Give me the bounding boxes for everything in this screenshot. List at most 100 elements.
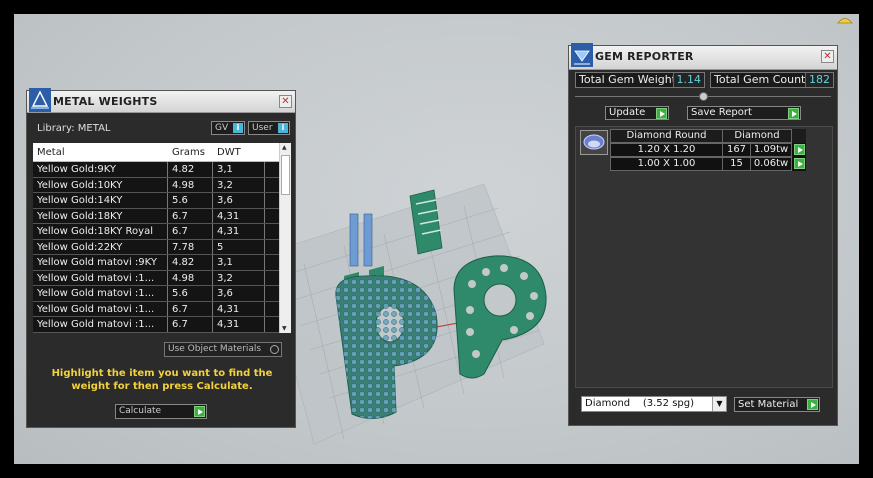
cell-metal: Yellow Gold matovi :1... — [33, 270, 168, 285]
play-icon — [794, 144, 805, 155]
metal-table[interactable]: Metal Grams DWT Yellow Gold:9KY 4.82 3,1 Ye… — [33, 143, 291, 333]
cell-dwt: 4,31 — [213, 224, 265, 239]
close-icon[interactable]: ✕ — [279, 95, 292, 108]
cell-grams: 6.7 — [168, 208, 213, 223]
calculate-button[interactable]: Calculate — [115, 404, 207, 419]
metal-weights-titlebar[interactable]: METAL WEIGHTS ✕ — [27, 88, 295, 113]
material-select-value: Diamond (3.52 spg) — [585, 398, 695, 409]
total-gem-weight: Total Gem Weight 1.14 — [575, 72, 705, 88]
metal-weights-panel: METAL WEIGHTS ✕ Library: METAL GV i User… — [26, 88, 296, 428]
cell-grams: 4.98 — [168, 270, 213, 285]
select-gem-button[interactable] — [792, 157, 806, 171]
user-toggle[interactable]: User i — [248, 121, 290, 135]
radio-icon — [270, 345, 279, 354]
round-diamond-icon — [583, 134, 605, 150]
metal-weights-icon — [29, 88, 51, 112]
select-gem-button[interactable] — [792, 143, 806, 157]
table-row[interactable]: Yellow Gold matovi :1... 4.98 3,2 — [33, 270, 291, 286]
table-row[interactable]: Yellow Gold matovi :9KY 4.82 3,1 — [33, 255, 291, 271]
table-row[interactable]: Yellow Gold:22KY 7.78 5 — [33, 239, 291, 255]
use-object-label: Use Object Materials — [168, 344, 262, 354]
gem-weight: 0.06tw — [750, 157, 792, 171]
cell-metal: Yellow Gold:9KY — [33, 162, 168, 177]
table-row[interactable]: Yellow Gold matovi :1... 5.6 3,6 — [33, 286, 291, 302]
gv-toggle-label: GV — [215, 123, 229, 133]
cell-grams: 4.82 — [168, 162, 213, 177]
close-icon[interactable]: ✕ — [821, 50, 834, 63]
col-grams[interactable]: Grams — [168, 143, 213, 161]
cell-dwt: 3,2 — [213, 270, 265, 285]
gem-table: Diamond Round Diamond 1.20 X 1.20 167 1.… — [610, 129, 806, 171]
table-row[interactable]: Yellow Gold:14KY 5.6 3,6 — [33, 193, 291, 209]
table-row[interactable]: Yellow Gold:18KY 6.7 4,31 — [33, 208, 291, 224]
gem-table-row[interactable]: 1.00 X 1.00 15 0.06tw — [610, 157, 806, 171]
gem-table-header: Diamond Round Diamond — [610, 129, 806, 143]
table-row[interactable]: Yellow Gold:10KY 4.98 3,2 — [33, 177, 291, 193]
gem-reporter-icon — [571, 43, 593, 67]
cell-metal: Yellow Gold:22KY — [33, 239, 168, 254]
gem-size: 1.00 X 1.00 — [610, 157, 722, 171]
cell-dwt: 4,31 — [213, 317, 265, 332]
cell-metal: Yellow Gold matovi :1... — [33, 301, 168, 316]
cell-metal: Yellow Gold:18KY Royal — [33, 224, 168, 239]
set-material-button[interactable]: Set Material — [734, 397, 820, 412]
metal-table-scrollbar[interactable]: ▲ ▼ — [279, 143, 291, 333]
gv-toggle[interactable]: GV i — [211, 121, 245, 135]
gem-size: 1.20 X 1.20 — [610, 143, 722, 157]
table-row[interactable]: Yellow Gold:9KY 4.82 3,1 — [33, 162, 291, 178]
gem-reporter-title: GEM REPORTER — [595, 50, 694, 63]
library-label: Library: METAL — [37, 123, 111, 134]
cell-dwt: 3,1 — [213, 255, 265, 270]
cell-dwt: 3,2 — [213, 177, 265, 192]
material-select[interactable]: Diamond (3.52 spg) ▼ — [581, 396, 727, 412]
cell-grams: 6.7 — [168, 317, 213, 332]
chevron-down-icon[interactable]: ▼ — [712, 397, 726, 411]
splitter-handle[interactable] — [699, 92, 708, 101]
cell-metal: Yellow Gold matovi :9KY — [33, 255, 168, 270]
update-label: Update — [609, 107, 646, 118]
total-gem-weight-label: Total Gem Weight — [579, 73, 677, 86]
metal-weights-title: METAL WEIGHTS — [53, 95, 158, 108]
play-icon — [794, 158, 805, 169]
table-row[interactable]: Yellow Gold matovi :1... 6.7 4,31 — [33, 301, 291, 317]
cell-metal: Yellow Gold matovi :1... — [33, 286, 168, 301]
cell-grams: 7.78 — [168, 239, 213, 254]
cell-metal: Yellow Gold:18KY — [33, 208, 168, 223]
cell-metal: Yellow Gold:14KY — [33, 193, 168, 208]
col-metal[interactable]: Metal — [33, 143, 168, 161]
gem-weight: 1.09tw — [750, 143, 792, 157]
cell-grams: 4.98 — [168, 177, 213, 192]
cell-grams: 5.6 — [168, 286, 213, 301]
gem-shape: Diamond Round — [610, 129, 722, 143]
total-gem-weight-value: 1.14 — [672, 73, 704, 87]
gem-material: Diamond — [722, 129, 792, 143]
gem-reporter-panel: GEM REPORTER ✕ Total Gem Weight 1.14 Tot… — [568, 43, 838, 426]
table-row[interactable]: Yellow Gold:18KY Royal 6.7 4,31 — [33, 224, 291, 240]
set-material-label: Set Material — [738, 399, 799, 410]
cell-dwt: 3,1 — [213, 162, 265, 177]
col-dwt[interactable]: DWT — [213, 143, 265, 161]
gem-stats: Total Gem Weight 1.14 Total Gem Count 18… — [573, 72, 834, 88]
cell-dwt: 3,6 — [213, 193, 265, 208]
play-icon — [807, 399, 818, 410]
gem-table-row[interactable]: 1.20 X 1.20 167 1.09tw — [610, 143, 806, 157]
metal-table-body: Yellow Gold:9KY 4.82 3,1 Yellow Gold:10KY 4.… — [33, 162, 291, 333]
save-report-button[interactable]: Save Report — [687, 106, 801, 120]
scroll-down-icon[interactable]: ▼ — [282, 325, 287, 332]
gem-count: 15 — [722, 157, 750, 171]
table-row[interactable]: Yellow Gold matovi :1... 6.7 4,31 — [33, 317, 291, 333]
gem-thumbnail[interactable] — [580, 130, 608, 155]
scroll-thumb[interactable] — [281, 155, 290, 195]
update-button[interactable]: Update — [605, 106, 669, 120]
info-icon: i — [278, 123, 288, 133]
total-gem-count: Total Gem Count 182 — [710, 72, 834, 88]
cell-dwt: 4,31 — [213, 208, 265, 223]
total-gem-count-value: 182 — [805, 73, 833, 87]
gem-reporter-titlebar[interactable]: GEM REPORTER ✕ — [569, 43, 837, 70]
scroll-up-icon[interactable]: ▲ — [282, 144, 287, 151]
use-object-materials-toggle[interactable]: Use Object Materials — [164, 342, 282, 357]
gem-list: Diamond Round Diamond 1.20 X 1.20 167 1.… — [575, 126, 833, 388]
cell-grams: 4.82 — [168, 255, 213, 270]
cell-metal: Yellow Gold matovi :1... — [33, 317, 168, 332]
cell-grams: 5.6 — [168, 193, 213, 208]
